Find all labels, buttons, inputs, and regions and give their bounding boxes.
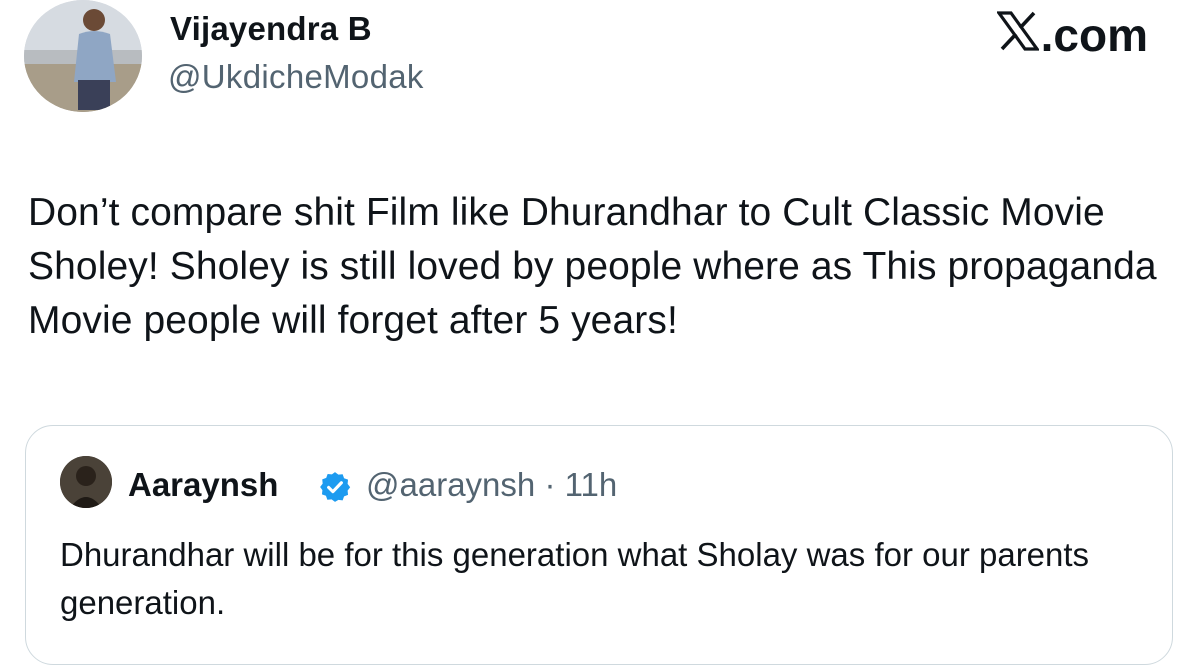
tweet-text: Don’t compare shit Film like Dhurandhar … <box>28 191 1157 342</box>
author-avatar[interactable] <box>24 0 142 112</box>
author-name[interactable]: Vijayendra B <box>170 10 372 48</box>
verified-badge-icon <box>318 470 352 504</box>
brand-watermark: .com <box>995 8 1148 62</box>
meta-separator: · <box>544 466 556 503</box>
quoted-author-name[interactable]: Aaraynsh <box>128 466 278 504</box>
quoted-author-handle[interactable]: @aaraynsh <box>366 466 535 503</box>
quoted-timestamp[interactable]: 11h <box>565 466 618 503</box>
quoted-meta: @aaraynsh · 11h <box>366 466 617 504</box>
quoted-tweet[interactable]: Aaraynsh @aaraynsh · 11h Dhurandhar will… <box>25 425 1173 665</box>
author-handle[interactable]: @UkdicheModak <box>168 58 424 96</box>
quoted-tweet-text: Dhurandhar will be for this generation w… <box>60 536 1090 621</box>
brand-text: .com <box>1040 9 1148 61</box>
x-logo-icon <box>995 8 1040 62</box>
quoted-author-avatar[interactable] <box>60 456 112 508</box>
